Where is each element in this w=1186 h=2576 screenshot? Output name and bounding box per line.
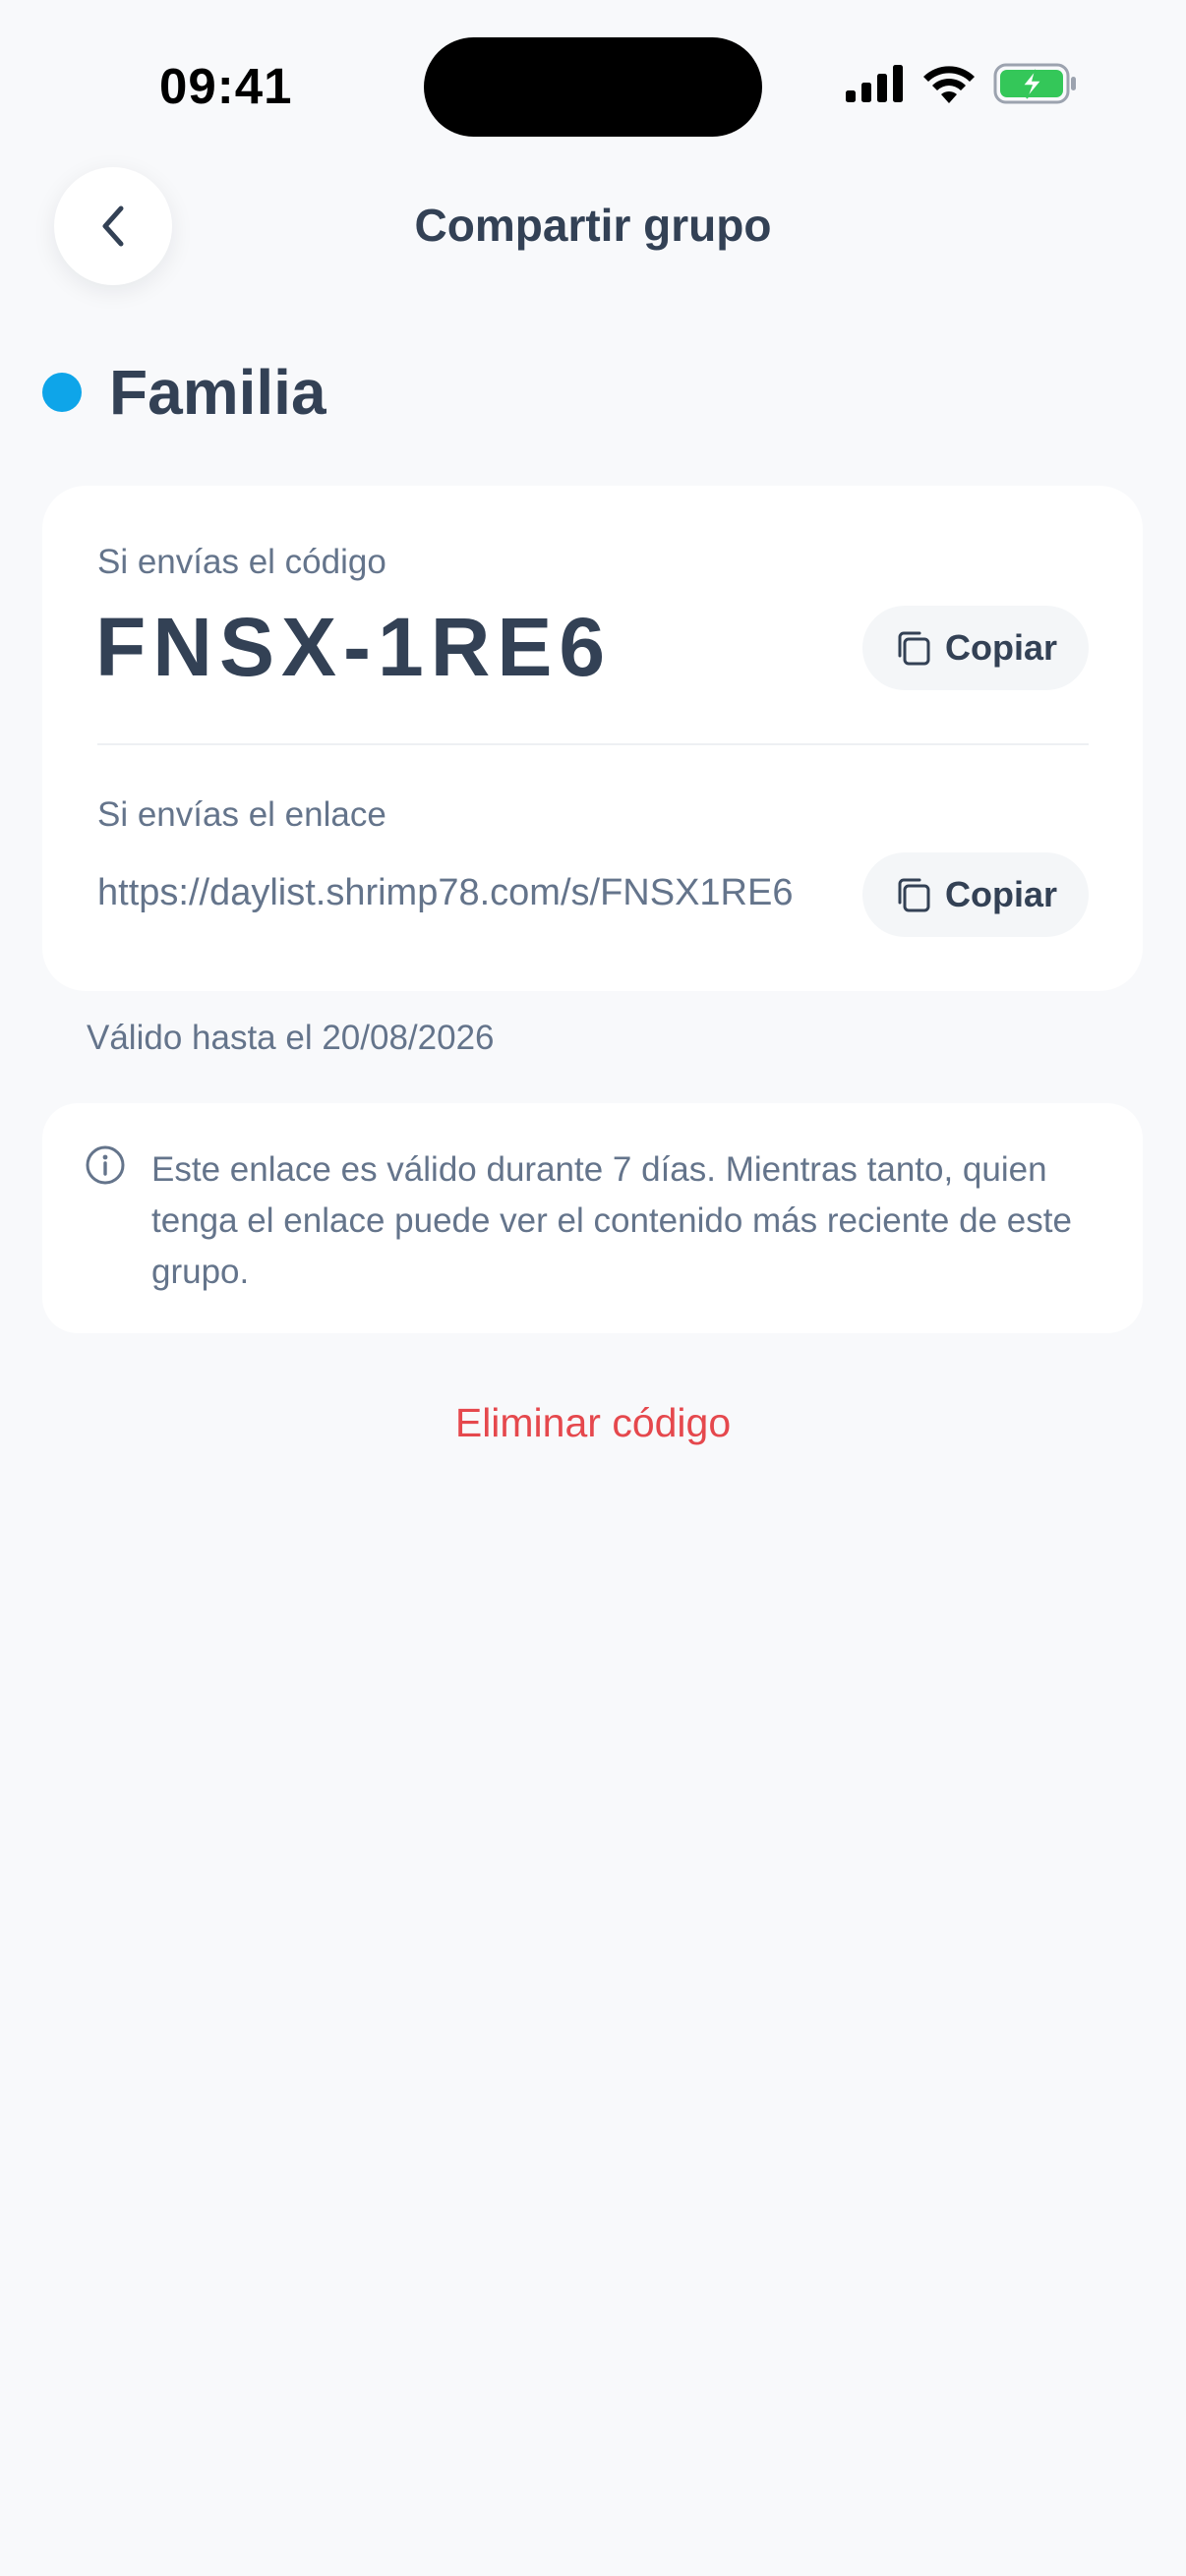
page-title: Compartir grupo xyxy=(414,200,772,251)
share-code: FNSX-1RE6 xyxy=(95,601,613,693)
battery-charging-icon xyxy=(993,63,1076,104)
navigation-header: Compartir grupo xyxy=(0,147,1186,307)
copy-code-button[interactable]: Copiar xyxy=(862,606,1089,690)
info-icon xyxy=(86,1145,125,1185)
code-section-label: Si envías el código xyxy=(97,543,386,581)
group-color-dot xyxy=(42,373,82,412)
link-section-label: Si envías el enlace xyxy=(97,795,386,834)
info-card: Este enlace es válido durante 7 días. Mi… xyxy=(42,1103,1143,1333)
delete-code-button[interactable]: Eliminar código xyxy=(0,1400,1186,1446)
share-link: https://daylist.shrimp78.com/s/FNSX1RE6 xyxy=(97,872,794,913)
copy-code-label: Copiar xyxy=(944,627,1057,668)
wifi-icon xyxy=(923,66,975,103)
group-name: Familia xyxy=(109,357,326,428)
status-time: 09:41 xyxy=(159,58,293,114)
group-header: Familia xyxy=(42,356,326,429)
info-text: Este enlace es válido durante 7 días. Mi… xyxy=(151,1150,1072,1291)
dynamic-island xyxy=(424,37,762,137)
share-card: Si envías el código FNSX-1RE6 Copiar Si … xyxy=(42,486,1143,991)
copy-icon xyxy=(898,878,930,912)
copy-link-label: Copiar xyxy=(944,874,1057,914)
copy-icon xyxy=(898,631,930,666)
cellular-signal-icon xyxy=(846,65,903,102)
status-bar: 09:41 xyxy=(0,0,1186,147)
share-group-screen: 09:41 Compartir grupo Familia Si envías … xyxy=(0,0,1186,2576)
valid-until-text: Válido hasta el 20/08/2026 xyxy=(87,1019,495,1057)
copy-link-button[interactable]: Copiar xyxy=(862,852,1089,937)
card-divider xyxy=(97,743,1089,745)
status-icons xyxy=(846,63,1078,104)
